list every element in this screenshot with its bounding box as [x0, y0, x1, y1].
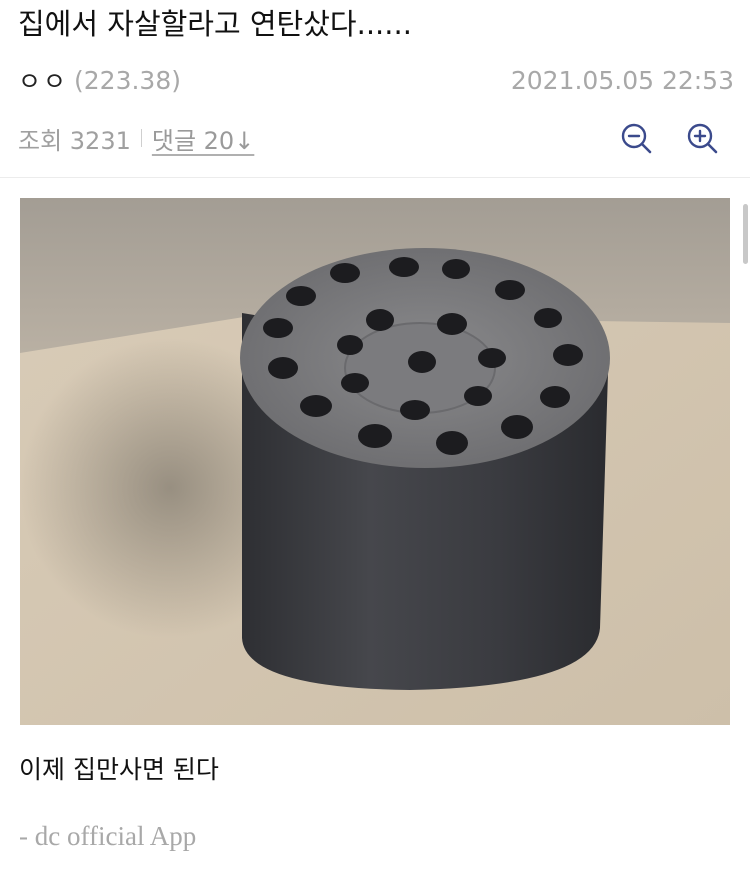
app-signature: - dc official App: [19, 821, 197, 851]
header-divider: [0, 177, 750, 178]
post-title: 집에서 자살할라고 연탄샀다......: [18, 7, 412, 41]
scrollbar-thumb[interactable]: [743, 204, 748, 264]
zoom-in-icon: [687, 123, 718, 154]
author-nickname[interactable]: ㅇㅇ: [18, 62, 68, 98]
post-meta: ㅇㅇ (223.38) 2021.05.05 22:53: [18, 62, 734, 98]
post-image-charcoal-briquette[interactable]: [20, 198, 730, 725]
comment-count-link[interactable]: 댓글 20↓: [152, 121, 254, 156]
author-ip: (223.38): [74, 65, 181, 95]
zoom-out-button[interactable]: [618, 120, 654, 156]
zoom-out-icon: [621, 123, 652, 154]
stats-divider: [140, 129, 142, 147]
author-info[interactable]: ㅇㅇ (223.38): [18, 62, 181, 98]
view-count: 조회 3231: [18, 126, 131, 155]
zoom-controls: [618, 120, 720, 156]
post-date: 2021.05.05 22:53: [510, 65, 734, 95]
post-body-text: 이제 집만사면 된다: [19, 755, 219, 784]
post-stats-row: 조회 3231 댓글 20↓: [18, 118, 720, 158]
post-stats: 조회 3231 댓글 20↓: [18, 121, 254, 156]
zoom-in-button[interactable]: [684, 120, 720, 156]
